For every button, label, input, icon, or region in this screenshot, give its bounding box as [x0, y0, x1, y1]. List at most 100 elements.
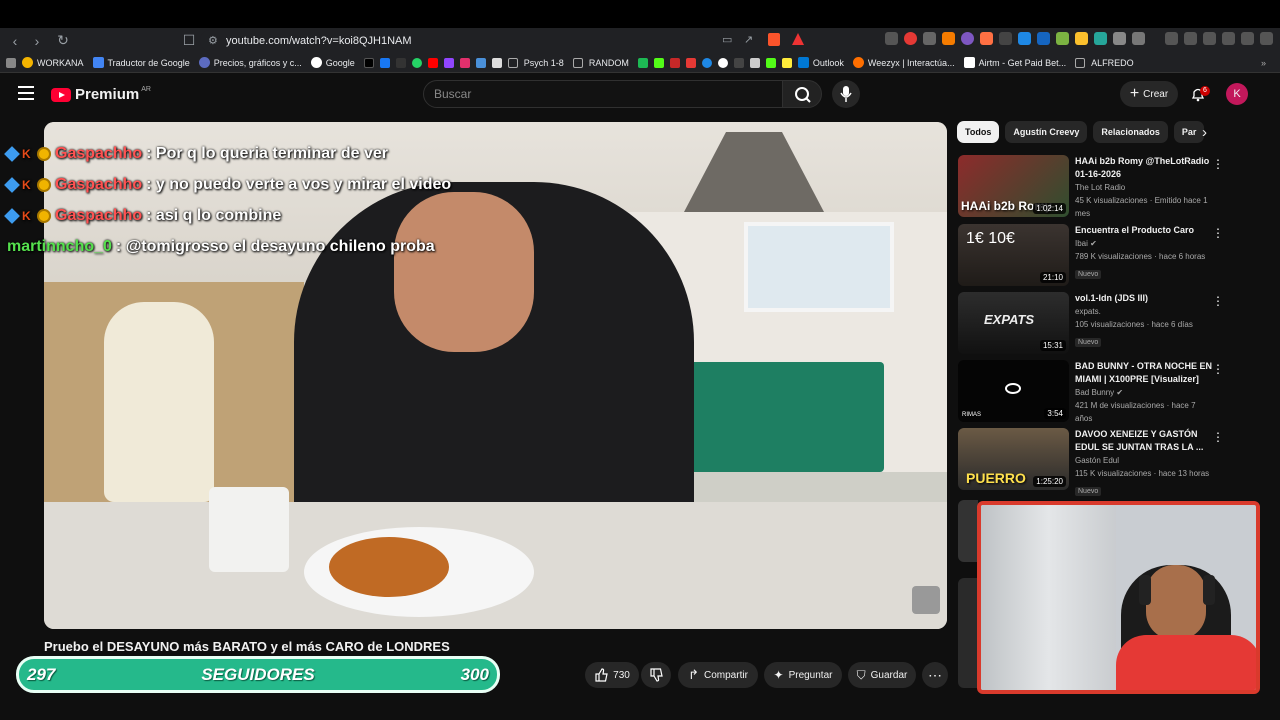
bookmark-item[interactable]: Psych 1-8 [507, 57, 564, 68]
share-icon[interactable]: ↗ [744, 33, 753, 46]
music-icon[interactable] [1165, 32, 1178, 45]
extension-icon[interactable] [923, 32, 936, 45]
like-button[interactable]: 730 [585, 662, 639, 688]
more-vertical-icon[interactable]: ⋮ [1212, 362, 1224, 376]
extension-icon[interactable] [1018, 32, 1031, 45]
extension-icon[interactable] [1056, 32, 1069, 45]
search-input[interactable]: Buscar [423, 80, 783, 108]
kick-icon[interactable] [765, 57, 776, 68]
apps-icon[interactable] [6, 57, 16, 68]
extension-icon[interactable] [1094, 32, 1107, 45]
video-thumbnail[interactable]: EXPATS 15:31 [958, 292, 1069, 354]
search-button[interactable] [782, 80, 822, 108]
bookmark-icon[interactable] [701, 57, 712, 68]
menu-icon[interactable] [1260, 32, 1273, 45]
puzzle-icon[interactable] [1132, 32, 1145, 45]
cast-icon[interactable]: ▭ [722, 33, 732, 46]
extension-icon[interactable] [1075, 32, 1088, 45]
rec-title[interactable]: Encuentra el Producto Caro [1075, 224, 1215, 237]
rec-channel[interactable]: The Lot Radio [1075, 181, 1215, 194]
bookmark-item[interactable]: Google [310, 57, 355, 68]
bookmark-icon[interactable] [781, 57, 792, 68]
chip-relacionados[interactable]: Relacionados [1093, 121, 1168, 143]
kick-icon[interactable] [653, 57, 664, 68]
reload-icon[interactable]: ↻ [52, 32, 74, 49]
bookmark-icon[interactable] [637, 57, 648, 68]
twitch-icon[interactable] [443, 57, 454, 68]
bookmark-item[interactable]: RANDOM [572, 57, 629, 68]
rec-title[interactable]: DAVOO XENEIZE Y GASTÓN EDUL SE JUNTAN TR… [1075, 428, 1215, 454]
bookmark-item[interactable]: Outlook [797, 57, 844, 68]
bookmark-star-icon[interactable]: ☐ [178, 32, 200, 49]
extension-icon[interactable] [999, 32, 1012, 45]
recommendation-item[interactable]: EXPATS 15:31 vol.1-ldn (JDS III) expats.… [958, 292, 1240, 356]
bookmark-icon[interactable] [749, 57, 760, 68]
x-icon[interactable] [395, 57, 406, 68]
bookmark-item[interactable]: Precios, gráficos y c... [198, 57, 302, 68]
video-thumbnail-partial[interactable] [958, 578, 978, 688]
bookmark-item[interactable]: Traductor de Google [92, 57, 190, 68]
chip-agustin-creevy[interactable]: Agustín Creevy [1005, 121, 1088, 143]
bookmark-icon[interactable] [475, 57, 486, 68]
rec-channel[interactable]: Gastón Edul [1075, 454, 1215, 467]
site-info-icon[interactable]: ⚙ [208, 34, 218, 47]
rec-title[interactable]: HAAi b2b Romy @TheLotRadio 01-16-2026 [1075, 155, 1215, 181]
facebook-icon[interactable] [379, 57, 390, 68]
chip-todos[interactable]: Todos [957, 121, 1000, 143]
extension-icon[interactable] [980, 32, 993, 45]
more-vertical-icon[interactable]: ⋮ [1212, 226, 1224, 240]
rec-channel[interactable]: expats. [1075, 305, 1215, 318]
forward-icon[interactable]: › [26, 33, 48, 49]
video-thumbnail[interactable]: RIMAS 3:54 [958, 360, 1069, 422]
whatsapp-icon[interactable] [411, 57, 422, 68]
sidebar-icon[interactable] [1184, 32, 1197, 45]
dislike-button[interactable] [641, 662, 671, 688]
extension-icon[interactable] [904, 32, 917, 45]
create-button[interactable]: + Crear [1120, 81, 1178, 107]
bookmark-item[interactable]: Airtm - Get Paid Bet... [963, 57, 1066, 68]
extension-icon[interactable] [1113, 32, 1126, 45]
avatar[interactable]: K [1226, 83, 1248, 105]
video-thumbnail-partial[interactable] [958, 500, 978, 562]
bookmark-item[interactable]: Weezyx | Interactúa... [852, 57, 955, 68]
recommendation-item[interactable]: 1€ 10€ 21:10 Encuentra el Producto Caro … [958, 224, 1240, 288]
leo-icon[interactable] [1222, 32, 1235, 45]
bookmark-item[interactable]: ALFREDO [1075, 57, 1134, 68]
youtube-icon[interactable] [427, 57, 438, 68]
rec-channel[interactable]: Bad Bunny ✔ [1075, 386, 1215, 399]
page-scrollbar[interactable] [1268, 88, 1274, 688]
share-button[interactable]: ↱ Compartir [678, 662, 758, 688]
chip-partial[interactable]: Par [1173, 121, 1204, 143]
rec-channel[interactable]: Ibai ✔ [1075, 237, 1215, 250]
youtube-premium-logo[interactable]: Premium AR [51, 86, 151, 103]
recommendation-item[interactable]: RIMAS 3:54 BAD BUNNY - OTRA NOCHE EN MIA… [958, 360, 1240, 424]
tiktok-icon[interactable] [363, 57, 374, 68]
address-bar[interactable]: ⚙ youtube.com/watch?v=koi8QJH1NAM [200, 30, 810, 51]
video-thumbnail[interactable]: PUERRO 1:25:20 [958, 428, 1069, 490]
more-vertical-icon[interactable]: ⋮ [1212, 294, 1224, 308]
more-vertical-icon[interactable]: ⋮ [1212, 157, 1224, 171]
channel-watermark[interactable] [912, 586, 940, 614]
extension-icon[interactable] [885, 32, 898, 45]
wallet-icon[interactable] [1203, 32, 1216, 45]
more-actions-button[interactable]: ⋯ [922, 662, 948, 688]
extension-icon[interactable] [961, 32, 974, 45]
extension-icon[interactable] [1037, 32, 1050, 45]
voice-search-button[interactable] [832, 80, 860, 108]
bookmark-icon[interactable] [491, 57, 502, 68]
rec-title[interactable]: vol.1-ldn (JDS III) [1075, 292, 1215, 305]
chevron-right-icon[interactable]: › [1202, 124, 1207, 141]
bookmark-icon[interactable] [669, 57, 680, 68]
hamburger-menu-icon[interactable] [18, 86, 34, 100]
brave-shield-icon[interactable] [768, 33, 780, 46]
bookmark-item[interactable]: WORKANA [22, 57, 84, 68]
instagram-icon[interactable] [459, 57, 470, 68]
bookmark-icon[interactable] [733, 57, 744, 68]
extension-icon[interactable] [942, 32, 955, 45]
recommendation-item[interactable]: PUERRO 1:25:20 DAVOO XENEIZE Y GASTÓN ED… [958, 428, 1240, 496]
save-button[interactable]: ⛉ Guardar [848, 662, 916, 688]
video-thumbnail[interactable]: HAAi b2b Romy 1:02:14 [958, 155, 1069, 217]
video-thumbnail[interactable]: 1€ 10€ 21:10 [958, 224, 1069, 286]
back-icon[interactable]: ‹ [4, 33, 26, 49]
recommendation-item[interactable]: HAAi b2b Romy 1:02:14 HAAi b2b Romy @The… [958, 155, 1240, 219]
